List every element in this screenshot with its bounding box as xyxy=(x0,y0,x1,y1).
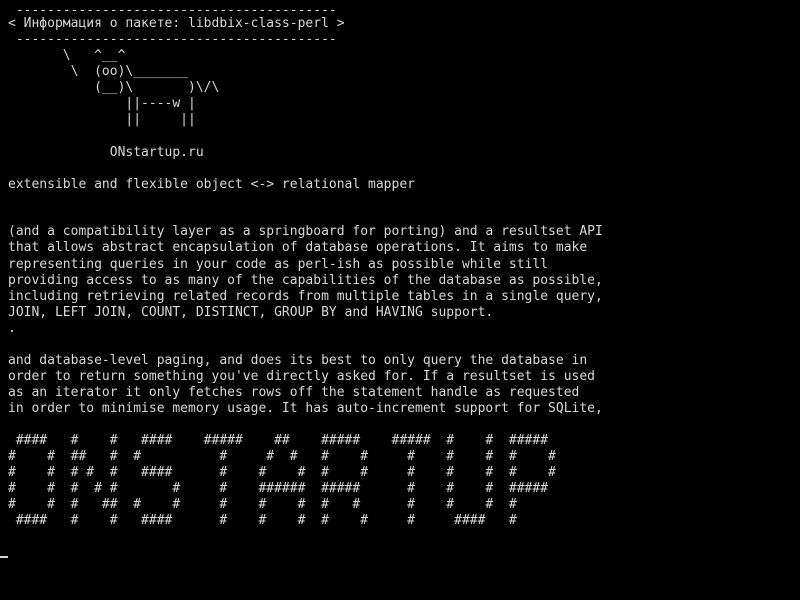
ascii-banner-line: # # # # # # # ###### ##### # # # ##### xyxy=(8,481,549,496)
speech-bubble-bottom-border: ----------------------------------------… xyxy=(8,32,337,47)
ascii-cow-line: (__)\ )\/\ xyxy=(8,80,220,95)
description-line: in order to minimise memory usage. It ha… xyxy=(8,401,603,416)
description-line: JOIN, LEFT JOIN, COUNT, DISTINCT, GROUP … xyxy=(8,305,494,320)
description-line: (and a compatibility layer as a springbo… xyxy=(8,224,603,239)
ascii-cow-line: \ ^__^ xyxy=(8,48,126,63)
description-line: representing queries in your code as per… xyxy=(8,257,549,272)
terminal-screen[interactable]: ----------------------------------------… xyxy=(0,0,800,600)
description-line: including retrieving related records fro… xyxy=(8,289,603,304)
package-summary: extensible and flexible object <-> relat… xyxy=(8,177,415,192)
description-line: as an iterator it only fetches rows off … xyxy=(8,385,580,400)
speech-bubble-title: < Информация о пакете: libdbix-class-per… xyxy=(8,16,345,31)
ascii-banner-line: #### # # #### ##### ## ##### ##### # # #… xyxy=(8,433,549,448)
ascii-banner-line: # # ## # # # # # # # # # # # # xyxy=(8,449,556,464)
ascii-cow-line: ||----w | xyxy=(8,96,196,111)
description-line: and database-level paging, and does its … xyxy=(8,353,588,368)
ascii-banner-line: #### # # #### # # # # # # #### # xyxy=(8,513,517,528)
site-name: ONstartup.ru xyxy=(8,145,204,160)
ascii-cow-line: || || xyxy=(8,112,196,127)
text-cursor xyxy=(0,556,8,558)
description-line: that allows abstract encapsulation of da… xyxy=(8,240,588,255)
ascii-banner-line: # # # # # #### # # # # # # # # # # xyxy=(8,465,556,480)
description-line: order to return something you've directl… xyxy=(8,369,595,384)
description-line: . xyxy=(8,321,16,336)
ascii-banner-line: # # # ## # # # # # # # # # # # xyxy=(8,497,517,512)
description-line: providing access to as many of the capab… xyxy=(8,273,603,288)
ascii-cow-line: \ (oo)\_______ xyxy=(8,64,189,79)
